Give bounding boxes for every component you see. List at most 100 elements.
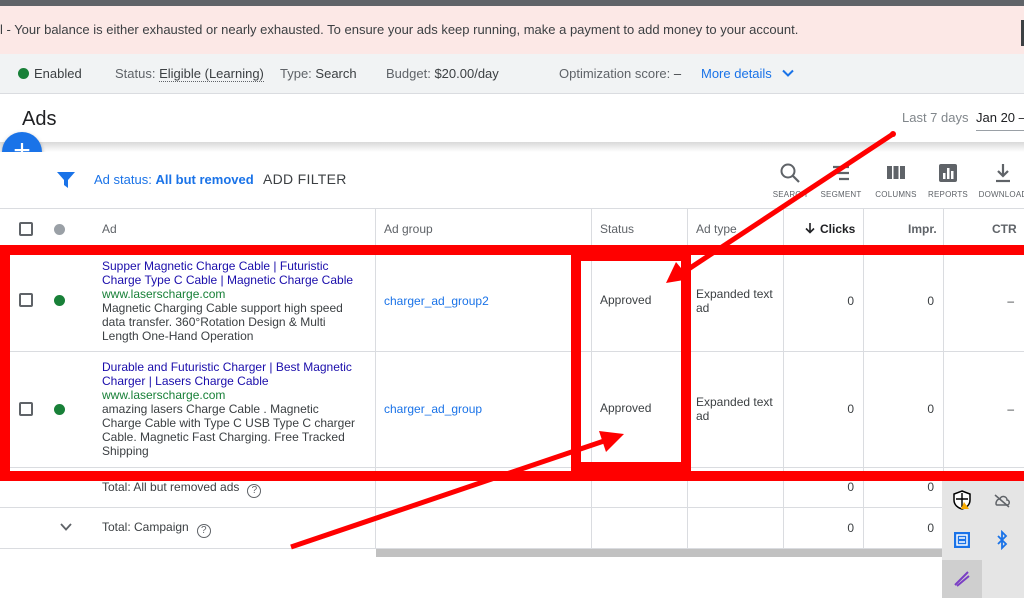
ad-group-link[interactable]: charger_ad_group	[384, 402, 482, 416]
total-campaign-label: Total: Campaign?	[102, 520, 211, 538]
download-tool-button[interactable]: DOWNLOAD	[973, 162, 1024, 199]
ad-preview[interactable]: Supper Magnetic Charge Cable | Futuristi…	[102, 259, 364, 343]
type-label: Type:	[280, 66, 312, 81]
reports-tool-button[interactable]: REPORTS	[918, 162, 978, 199]
more-details-link[interactable]: More details	[701, 54, 795, 94]
ad-headline[interactable]: Supper Magnetic Charge Cable | Futuristi…	[102, 259, 364, 273]
ad-description: Charge Cable with Type C USB Type C char…	[102, 416, 356, 430]
row-checkbox[interactable]	[19, 293, 33, 307]
total-campaign-text: Total: Campaign	[102, 520, 189, 534]
ad-headline[interactable]: Charger | Lasers Charge Cable	[102, 374, 364, 388]
ad-status-value: Approved	[600, 401, 652, 415]
clicks-header-label: Clicks	[820, 222, 856, 236]
row-divider	[0, 351, 1024, 352]
search-tool-label: SEARCH	[772, 190, 808, 199]
column-divider	[687, 208, 688, 549]
columns-tool-label: COLUMNS	[875, 190, 917, 199]
annotation-status-highlight-box	[571, 251, 691, 472]
optimization-label: Optimization score:	[559, 66, 671, 81]
column-header-ad-type[interactable]: Ad type	[696, 209, 737, 249]
optimization-score[interactable]: Optimization score: –	[559, 54, 681, 94]
ad-headline[interactable]: Durable and Futuristic Charger | Best Ma…	[102, 360, 364, 374]
ctr-value: –	[1007, 402, 1014, 416]
ad-group-link[interactable]: charger_ad_group2	[384, 294, 489, 308]
ad-status-value: All but removed	[155, 172, 254, 187]
status-label: Status:	[115, 66, 156, 81]
column-header-status[interactable]: Status	[600, 209, 634, 249]
column-divider	[375, 208, 376, 549]
budget-label: Budget:	[386, 66, 431, 81]
campaign-status: Status: Eligible (Learning)	[115, 54, 264, 94]
header-shadow	[0, 142, 1024, 152]
ad-status-value: Approved	[600, 293, 652, 307]
table-header: Ad Ad group Status Ad type Clicks Impr. …	[0, 208, 1024, 248]
total-clicks-value: 0	[847, 480, 854, 494]
total-all-but-removed-text: Total: All but removed ads	[102, 480, 240, 494]
column-header-ad-group[interactable]: Ad group	[384, 209, 433, 249]
column-header-ad[interactable]: Ad	[102, 209, 117, 249]
column-divider	[591, 208, 592, 549]
date-range-picker[interactable]: Jan 20 –	[976, 110, 1024, 131]
security-shield-icon[interactable]	[952, 490, 972, 510]
status-value[interactable]: Eligible (Learning)	[159, 66, 264, 82]
chevron-down-icon[interactable]	[59, 521, 73, 533]
pen-icon[interactable]	[952, 569, 972, 589]
total-impr-value: 0	[927, 480, 934, 494]
status-column-dot	[54, 224, 65, 235]
ad-type-line: Expanded text	[696, 287, 773, 301]
reports-icon	[939, 164, 957, 182]
impr-value: 0	[927, 402, 934, 416]
help-icon[interactable]: ?	[247, 484, 262, 498]
ad-headline[interactable]: Charge Type C Cable | Magnetic Charge Ca…	[102, 273, 364, 287]
filter-bar: Ad status: All but removed ADD FILTER SE…	[0, 152, 1024, 208]
clicks-value: 0	[847, 294, 854, 308]
column-header-ctr[interactable]: CTR	[992, 209, 1017, 249]
ad-type-value: Expanded text ad	[696, 395, 773, 423]
ad-status-filter-chip[interactable]: Ad status: All but removed	[94, 172, 254, 187]
campaign-budget[interactable]: Budget: $20.00/day	[386, 54, 499, 94]
cloud-off-icon[interactable]	[992, 490, 1012, 510]
ad-enabled-dot[interactable]	[54, 295, 65, 306]
ad-enabled-dot[interactable]	[54, 404, 65, 415]
select-all-checkbox[interactable]	[19, 222, 33, 236]
optimization-value: –	[673, 66, 682, 81]
ad-type-line: ad	[696, 301, 710, 315]
budget-value: $20.00/day	[434, 66, 499, 81]
ctr-value: –	[1007, 294, 1014, 308]
column-header-clicks[interactable]: Clicks	[804, 209, 855, 249]
download-tool-label: DOWNLOAD	[978, 190, 1024, 199]
balance-alert-banner: l - Your balance is either exhausted or …	[0, 6, 1024, 54]
row-divider	[0, 467, 1024, 468]
columns-icon	[887, 166, 905, 179]
ad-preview[interactable]: Durable and Futuristic Charger | Best Ma…	[102, 360, 364, 458]
download-icon	[996, 164, 1010, 183]
columns-tool-button[interactable]: COLUMNS	[866, 162, 926, 199]
column-header-impr[interactable]: Impr.	[908, 209, 937, 249]
page-header: Ads Last 7 days Jan 20 –	[0, 94, 1024, 144]
row-checkbox[interactable]	[19, 402, 33, 416]
ad-type-line: ad	[696, 409, 710, 423]
add-filter-button[interactable]: ADD FILTER	[263, 171, 347, 187]
help-icon[interactable]: ?	[196, 524, 211, 538]
ad-status-label: Ad status:	[94, 172, 152, 187]
column-divider	[783, 208, 784, 549]
reports-tool-label: REPORTS	[928, 190, 968, 199]
ad-type-line: Expanded text	[696, 395, 773, 409]
bluetooth-icon[interactable]	[992, 530, 1012, 550]
segment-tool-button[interactable]: SEGMENT	[811, 162, 871, 199]
network-app-icon[interactable]	[952, 530, 972, 550]
horizontal-scrollbar[interactable]	[376, 549, 1024, 557]
filter-icon[interactable]	[56, 170, 76, 190]
ad-description: Cable. Magnetic Fast Charging. Free Trac…	[102, 430, 345, 444]
ad-description: amazing lasers Charge Cable . Magnetic	[102, 402, 319, 416]
campaign-enabled-toggle[interactable]: Enabled	[18, 54, 82, 94]
total-clicks-value: 0	[847, 521, 854, 535]
search-icon	[780, 163, 800, 183]
campaign-status-bar: Enabled Status: Eligible (Learning) Type…	[0, 54, 1024, 94]
page-title: Ads	[22, 108, 57, 130]
ad-type-value: Expanded text ad	[696, 287, 773, 315]
campaign-type: Type: Search	[280, 54, 357, 94]
type-value: Search	[315, 66, 357, 81]
column-divider	[863, 208, 864, 549]
arrow-down-icon	[805, 223, 815, 234]
